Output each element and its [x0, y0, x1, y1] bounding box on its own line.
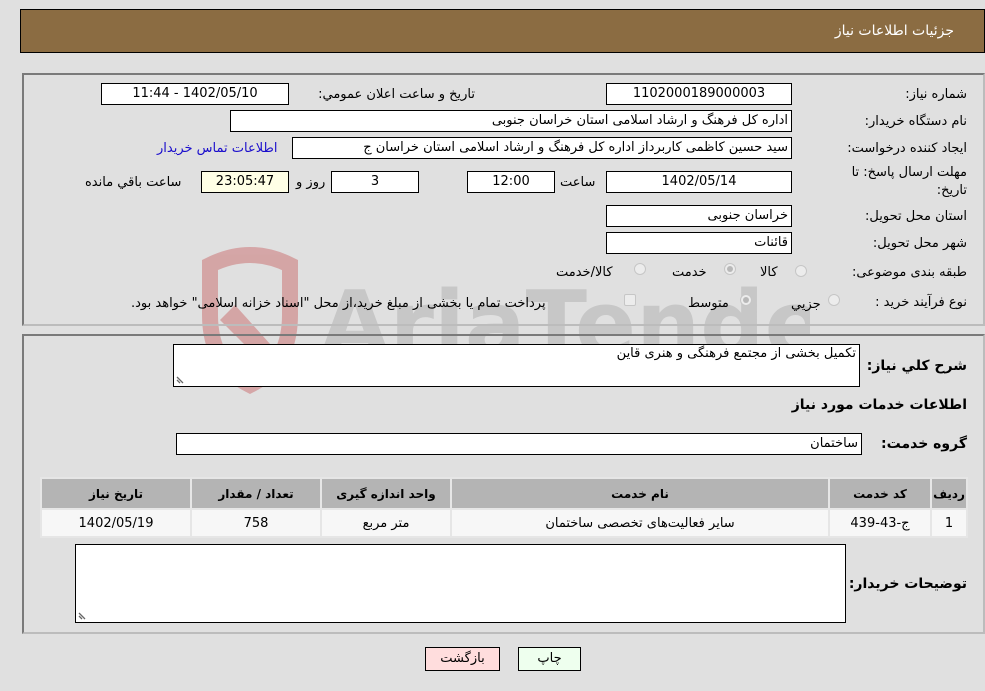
- announce-datetime-label: تاریخ و ساعت اعلان عمومي:: [318, 87, 475, 102]
- buyer-org-label: نام دستگاه خریدار:: [864, 114, 967, 129]
- remaining-time-field: 23:05:47: [201, 171, 289, 193]
- cell-unit: متر مربع: [320, 508, 452, 538]
- purchase-option-minor: جزيي: [791, 297, 821, 312]
- service-group-field: ساختمان: [176, 433, 862, 455]
- category-option-service: خدمت: [672, 265, 707, 280]
- purchase-option-medium: متوسط: [688, 296, 729, 311]
- description-text: تکمیل بخشی از مجتمع فرهنگی و هنری قاین: [616, 346, 856, 361]
- announce-datetime-field: 1402/05/10 - 11:44: [101, 83, 289, 105]
- buyer-contact-link[interactable]: اطلاعات تماس خریدار: [157, 141, 277, 156]
- need-number-field: 1102000189000003: [606, 83, 792, 105]
- deadline-date-field: 1402/05/14: [606, 171, 792, 193]
- buyer-org-field: اداره کل فرهنگ و ارشاد اسلامی استان خراس…: [230, 110, 792, 132]
- category-radio-goods[interactable]: [795, 265, 807, 277]
- resize-grip-icon[interactable]: [176, 374, 186, 384]
- page-header: جزئیات اطلاعات نیاز: [20, 9, 985, 53]
- col-header-quantity: تعداد / مقدار: [190, 477, 322, 510]
- table-row: 1 ج-43-439 سایر فعالیت‌های تخصصی ساختمان…: [40, 508, 968, 538]
- services-heading: اطلاعات خدمات مورد نياز: [791, 397, 967, 413]
- delivery-province-field: خراسان جنوبی: [606, 205, 792, 227]
- cell-row-number: 1: [930, 508, 968, 538]
- description-textarea[interactable]: تکمیل بخشی از مجتمع فرهنگی و هنری قاین: [173, 344, 860, 387]
- page-title: جزئیات اطلاعات نیاز: [834, 23, 954, 39]
- buyer-notes-label: توضيحات خريدار:: [848, 576, 967, 592]
- cell-need-date: 1402/05/19: [40, 508, 192, 538]
- days-label: روز و: [296, 175, 326, 190]
- remaining-days-field: 3: [331, 171, 419, 193]
- deadline-label-line2: تاریخ:: [936, 183, 967, 198]
- delivery-city-label: شهر محل تحویل:: [872, 236, 967, 251]
- cell-service-code: ج-43-439: [828, 508, 932, 538]
- requester-label: ایجاد کننده درخواست:: [847, 141, 967, 156]
- col-header-need-date: تاریخ نیاز: [40, 477, 192, 510]
- deadline-label-line1: مهلت ارسال پاسخ: تا: [851, 165, 967, 180]
- col-header-service-code: کد خدمت: [828, 477, 932, 510]
- description-label: شرح کلي نياز:: [866, 358, 967, 374]
- delivery-province-label: استان محل تحویل:: [865, 209, 967, 224]
- cell-service-name: سایر فعالیت‌های تخصصی ساختمان: [450, 508, 830, 538]
- purchase-radio-minor[interactable]: [828, 294, 840, 306]
- print-button[interactable]: چاپ: [518, 647, 581, 671]
- treasury-checkbox[interactable]: [624, 294, 636, 306]
- deadline-time-field: 12:00: [467, 171, 555, 193]
- buyer-notes-textarea[interactable]: [75, 544, 846, 623]
- category-radio-goods-service[interactable]: [634, 263, 646, 275]
- col-header-service-name: نام خدمت: [450, 477, 830, 510]
- category-option-goods: کالا: [760, 265, 778, 280]
- delivery-city-field: قائنات: [606, 232, 792, 254]
- category-radio-service[interactable]: [724, 263, 736, 275]
- service-group-label: گروه خدمت:: [881, 436, 967, 452]
- table-header-row: ردیف کد خدمت نام خدمت واحد اندازه گیری ت…: [40, 477, 968, 510]
- requester-field: سید حسین کاظمی کاربرداز اداره کل فرهنگ و…: [292, 137, 792, 159]
- col-header-row-number: ردیف: [930, 477, 968, 510]
- purchase-type-label: نوع فرآیند خرید :: [875, 295, 967, 310]
- back-button[interactable]: بازگشت: [425, 647, 500, 671]
- resize-grip-icon[interactable]: [78, 610, 88, 620]
- treasury-note: پرداخت تمام یا بخشی از مبلغ خرید،از محل …: [131, 296, 546, 311]
- remaining-time-label: ساعت باقي مانده: [85, 175, 182, 190]
- deadline-time-label: ساعت: [560, 175, 596, 190]
- services-table: ردیف کد خدمت نام خدمت واحد اندازه گیری ت…: [40, 477, 968, 538]
- purchase-radio-medium[interactable]: [740, 294, 752, 306]
- cell-quantity: 758: [190, 508, 322, 538]
- col-header-unit: واحد اندازه گیری: [320, 477, 452, 510]
- need-number-label: شماره نیاز:: [905, 87, 967, 102]
- category-option-goods-service: کالا/خدمت: [556, 265, 613, 280]
- category-label: طبقه بندی موضوعی:: [851, 265, 967, 280]
